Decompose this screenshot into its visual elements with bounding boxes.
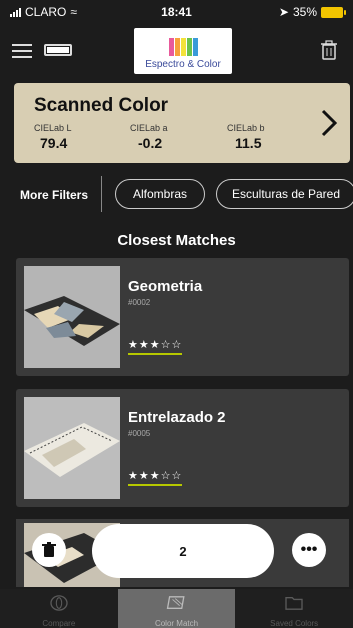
more-options-button[interactable]: ••• (292, 533, 326, 567)
rating-stars: ★★★☆☆ (128, 338, 183, 355)
cielab-a: CIELab a -0.2 (130, 123, 168, 151)
tab-compare-label: Compare (42, 619, 76, 628)
compare-count-button[interactable]: 2 (92, 524, 274, 578)
match-code: #0002 (128, 298, 151, 307)
tab-color-match[interactable]: Color Match (117, 589, 236, 628)
battery-percent: 35% (292, 5, 317, 19)
rug-thumbnail (24, 397, 120, 499)
tab-color-match-label: Color Match (154, 619, 199, 628)
rating-stars: ★★★☆☆ (128, 469, 183, 486)
status-time: 18:41 (161, 5, 192, 19)
tab-saved-colors[interactable]: Saved Colors (235, 589, 353, 628)
rug-thumbnail (24, 266, 120, 368)
filter-chip-alfombras[interactable]: Alfombras (115, 179, 205, 209)
carrier-label: CLARO (25, 5, 67, 19)
signal-icon (10, 7, 21, 17)
cielab-b: CIELab b 11.5 (227, 123, 265, 151)
closest-matches-heading: Closest Matches (117, 232, 236, 249)
match-code: #0005 (128, 429, 151, 438)
folder-icon (285, 597, 303, 610)
trash-icon[interactable] (321, 40, 337, 60)
match-title: Entrelazado 2 (128, 409, 226, 426)
match-card[interactable]: Geometria #0002 ★★★☆☆ (16, 258, 349, 376)
logo-text: Espectro & Color (145, 59, 221, 70)
battery-icon (321, 6, 346, 18)
tab-compare[interactable]: Compare (0, 589, 118, 628)
color-swatch-icon (168, 38, 198, 56)
scanned-color-title: Scanned Color (34, 95, 169, 116)
tab-bar: Compare Color Match Saved Colors (0, 589, 353, 628)
filter-chip-esculturas[interactable]: Esculturas de Pared (216, 179, 353, 209)
app-logo: Espectro & Color (134, 28, 232, 74)
location-icon: ➤ (278, 5, 289, 19)
chevron-right-icon[interactable] (318, 105, 340, 141)
more-filters-label[interactable]: More Filters (20, 188, 88, 202)
menu-icon[interactable] (12, 44, 32, 58)
wifi-icon: ≈ (70, 5, 77, 19)
cielab-l: CIELab L 79.4 (34, 123, 72, 151)
top-bar: Espectro & Color (0, 24, 353, 78)
match-card[interactable]: Entrelazado 2 #0005 ★★★☆☆ (16, 389, 349, 507)
filter-bar: More Filters Alfombras Esculturas de Par… (0, 176, 353, 214)
compare-icon (50, 595, 68, 611)
match-title: Geometria (128, 278, 203, 295)
ellipsis-icon: ••• (300, 541, 318, 558)
tab-saved-colors-label: Saved Colors (270, 619, 319, 628)
divider (101, 176, 102, 212)
trash-icon (42, 542, 56, 557)
device-battery-icon[interactable] (44, 44, 72, 56)
status-bar: CLARO ≈ 18:41 ➤ 35% (0, 0, 353, 24)
color-match-icon (166, 596, 185, 609)
delete-button[interactable] (32, 533, 66, 567)
scanned-color-card[interactable]: Scanned Color CIELab L 79.4 CIELab a -0.… (14, 83, 350, 163)
